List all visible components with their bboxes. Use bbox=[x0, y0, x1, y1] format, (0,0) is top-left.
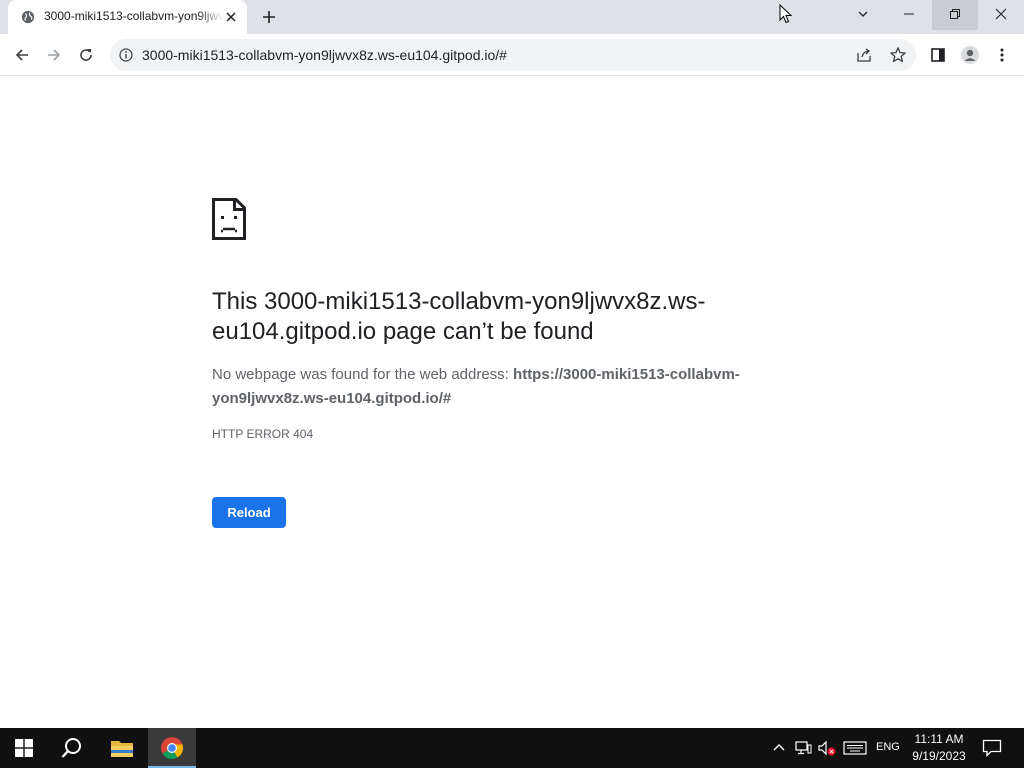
windows-logo-icon bbox=[15, 739, 33, 757]
search-icon bbox=[61, 738, 81, 758]
reload-page-button[interactable] bbox=[72, 41, 100, 69]
taskbar: ENG 11:11 AM 9/19/2023 bbox=[0, 728, 1024, 768]
restore-icon bbox=[950, 9, 960, 19]
error-description-prefix: No webpage was found for the web address… bbox=[212, 366, 514, 383]
restore-button[interactable] bbox=[932, 0, 978, 30]
address-bar[interactable]: 3000-miki1513-collabvm-yon9ljwvx8z.ws-eu… bbox=[110, 39, 916, 71]
chrome-taskbar-button[interactable] bbox=[148, 728, 196, 768]
tab-close-icon[interactable] bbox=[223, 9, 239, 25]
start-button[interactable] bbox=[0, 728, 48, 768]
avatar-icon bbox=[961, 46, 979, 64]
side-panel-button[interactable] bbox=[924, 41, 952, 69]
side-panel-icon bbox=[931, 48, 945, 62]
forward-button[interactable] bbox=[40, 41, 68, 69]
folder-icon bbox=[111, 741, 133, 757]
notification-icon[interactable] bbox=[982, 739, 1002, 757]
chrome-menu-button[interactable] bbox=[988, 41, 1016, 69]
bookmark-star-icon[interactable] bbox=[889, 46, 907, 64]
input-language[interactable]: ENG bbox=[876, 741, 900, 753]
profile-button[interactable] bbox=[956, 41, 984, 69]
error-description: No webpage was found for the web address… bbox=[212, 363, 772, 411]
globe-icon bbox=[21, 10, 35, 24]
close-icon bbox=[995, 8, 1007, 20]
tab-search-button[interactable] bbox=[840, 0, 886, 30]
minimize-icon bbox=[904, 13, 914, 15]
chevron-up-icon[interactable] bbox=[770, 740, 788, 756]
back-button[interactable] bbox=[8, 41, 36, 69]
keyboard-icon[interactable] bbox=[843, 740, 867, 756]
clock-date: 9/19/2023 bbox=[912, 749, 966, 763]
network-icon[interactable] bbox=[795, 740, 813, 756]
system-clock[interactable]: 11:11 AM 9/19/2023 bbox=[904, 731, 974, 765]
sad-page-icon bbox=[212, 198, 246, 240]
browser-toolbar: 3000-miki1513-collabvm-yon9ljwvx8z.ws-eu… bbox=[0, 34, 1024, 76]
tab-title: 3000-miki1513-collabvm-yon9ljwvx8z.ws-eu… bbox=[44, 9, 224, 23]
more-vertical-icon bbox=[1000, 48, 1004, 62]
taskbar-search-button[interactable] bbox=[48, 728, 96, 768]
close-window-button[interactable] bbox=[978, 0, 1024, 30]
clock-time: 11:11 AM bbox=[914, 732, 964, 746]
arrow-left-icon bbox=[15, 49, 28, 61]
error-code: HTTP ERROR 404 bbox=[212, 427, 314, 441]
file-explorer-button[interactable] bbox=[98, 728, 146, 768]
chrome-logo-icon bbox=[161, 737, 184, 759]
arrow-right-icon bbox=[48, 49, 61, 61]
reload-icon bbox=[80, 49, 92, 61]
new-tab-icon[interactable] bbox=[259, 7, 279, 27]
info-icon[interactable] bbox=[119, 48, 133, 62]
mouse-cursor-icon bbox=[779, 4, 793, 24]
minimize-button[interactable] bbox=[886, 0, 932, 30]
reload-button[interactable]: Reload bbox=[212, 497, 286, 528]
volume-muted-icon[interactable] bbox=[818, 740, 836, 756]
chevron-down-icon bbox=[858, 11, 868, 17]
tab-strip: 3000-miki1513-collabvm-yon9ljwvx8z.ws-eu… bbox=[0, 0, 1024, 34]
url-text[interactable]: 3000-miki1513-collabvm-yon9ljwvx8z.ws-eu… bbox=[142, 47, 507, 63]
error-heading: This 3000-miki1513-collabvm-yon9ljwvx8z.… bbox=[212, 288, 706, 345]
page-content: This 3000-miki1513-collabvm-yon9ljwvx8z.… bbox=[0, 77, 1024, 728]
share-icon[interactable] bbox=[856, 47, 872, 63]
browser-tab[interactable]: 3000-miki1513-collabvm-yon9ljwvx8z.ws-eu… bbox=[8, 0, 247, 34]
